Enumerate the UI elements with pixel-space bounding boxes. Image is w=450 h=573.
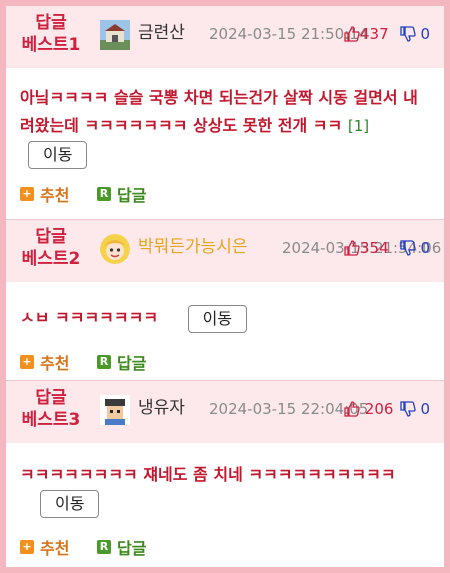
move-button[interactable]: 이동 bbox=[40, 489, 100, 518]
reply-r-icon: R bbox=[97, 187, 112, 201]
comment-card: 답글 베스트3 냉유자 2024-03-15 22:04:05 206 0 ㅋㅋ… bbox=[6, 380, 444, 567]
badge-rank: 베스트3 bbox=[21, 410, 81, 430]
avatar[interactable] bbox=[100, 234, 130, 264]
downvote-button[interactable]: 0 bbox=[400, 237, 430, 259]
downvote-count: 0 bbox=[420, 239, 430, 257]
thumbs-up-icon bbox=[344, 400, 360, 418]
comment-actions: + 추천 R 답글 bbox=[20, 535, 168, 559]
best-replies-list: 답글 베스트1 금련산 2024-03-15 21:50:14 437 0 아닠… bbox=[6, 6, 444, 567]
best-reply-badge: 답글 베스트1 bbox=[12, 12, 90, 56]
reply-label: 답글 bbox=[117, 186, 147, 205]
badge-rank: 베스트2 bbox=[21, 249, 81, 269]
reply-r-icon: R bbox=[97, 540, 112, 554]
upvote-button[interactable]: 354 bbox=[344, 237, 389, 259]
thumbs-down-icon bbox=[400, 239, 416, 257]
downvote-button[interactable]: 0 bbox=[400, 398, 430, 420]
author-name[interactable]: 냉유자 bbox=[138, 396, 185, 420]
plus-icon: + bbox=[20, 355, 34, 369]
reply-button[interactable]: R 답글 bbox=[97, 182, 146, 206]
comment-actions: + 추천 R 답글 bbox=[20, 350, 168, 374]
badge-label: 답글 bbox=[35, 13, 67, 33]
recommend-label: 추천 bbox=[40, 186, 70, 205]
upvote-button[interactable]: 206 bbox=[344, 398, 393, 420]
recommend-label: 추천 bbox=[40, 354, 70, 373]
comment-text: ㅅㅂ ㅋㅋㅋㅋㅋㅋㅋ bbox=[20, 308, 159, 327]
move-button[interactable]: 이동 bbox=[187, 304, 248, 333]
badge-label: 답글 bbox=[35, 388, 67, 408]
reply-label: 답글 bbox=[117, 539, 147, 558]
best-reply-badge: 답글 베스트2 bbox=[12, 226, 90, 270]
reply-button[interactable]: R 답글 bbox=[97, 350, 146, 374]
recommend-button[interactable]: + 추천 bbox=[20, 535, 69, 559]
comment-header: 답글 베스트2 박뭐든가능시은 2024-03-15 21:54:06 354 bbox=[6, 220, 444, 282]
badge-label: 답글 bbox=[35, 227, 67, 247]
comment-card: 답글 베스트2 박뭐든가능시은 2024-03-15 21:54:06 354 bbox=[6, 219, 444, 380]
reply-label: 답글 bbox=[117, 354, 147, 373]
recommend-button[interactable]: + 추천 bbox=[20, 350, 69, 374]
comment-card: 답글 베스트1 금련산 2024-03-15 21:50:14 437 0 아닠… bbox=[6, 6, 444, 218]
thumbs-up-icon bbox=[344, 25, 360, 43]
comment-body: 아닠ㅋㅋㅋㅋ 슬슬 국뽕 차면 되는건가 살짝 시동 걸면서 내려왔는데 ㅋㅋㅋ… bbox=[20, 84, 430, 169]
reply-r-icon: R bbox=[97, 355, 112, 369]
author-name[interactable]: 박뭐든가능시은 bbox=[138, 235, 247, 259]
move-button[interactable]: 이동 bbox=[28, 140, 88, 169]
upvote-count: 354 bbox=[360, 239, 389, 257]
recommend-button[interactable]: + 추천 bbox=[20, 182, 69, 206]
reply-count[interactable]: [1] bbox=[348, 117, 369, 135]
recommend-label: 추천 bbox=[40, 539, 70, 558]
thumbs-down-icon bbox=[400, 400, 416, 418]
comment-body: ㅋㅋㅋㅋㅋㅋㅋㅋ 쟤네도 좀 치네 ㅋㅋㅋㅋㅋㅋㅋㅋㅋㅋ 이동 bbox=[20, 461, 430, 518]
downvote-count: 0 bbox=[420, 400, 430, 418]
plus-icon: + bbox=[20, 187, 34, 201]
reply-button[interactable]: R 답글 bbox=[97, 535, 146, 559]
upvote-button[interactable]: 437 bbox=[344, 23, 389, 45]
comment-text: ㅋㅋㅋㅋㅋㅋㅋㅋ 쟤네도 좀 치네 ㅋㅋㅋㅋㅋㅋㅋㅋㅋㅋ bbox=[20, 465, 396, 484]
thumbs-down-icon bbox=[400, 25, 416, 43]
best-reply-badge: 답글 베스트3 bbox=[12, 387, 90, 431]
upvote-count: 437 bbox=[360, 25, 389, 43]
comment-header: 답글 베스트3 냉유자 2024-03-15 22:04:05 206 0 bbox=[6, 381, 444, 443]
plus-icon: + bbox=[20, 540, 34, 554]
comment-header: 답글 베스트1 금련산 2024-03-15 21:50:14 437 0 bbox=[6, 6, 444, 68]
thumbs-up-icon bbox=[344, 239, 360, 257]
avatar[interactable] bbox=[100, 20, 130, 50]
comment-body: ㅅㅂ ㅋㅋㅋㅋㅋㅋㅋ 이동 bbox=[20, 304, 430, 333]
author-name[interactable]: 금련산 bbox=[138, 21, 185, 45]
badge-rank: 베스트1 bbox=[21, 35, 81, 55]
avatar[interactable] bbox=[100, 395, 130, 425]
downvote-count: 0 bbox=[420, 25, 430, 43]
upvote-count: 206 bbox=[364, 400, 394, 418]
comment-actions: + 추천 R 답글 bbox=[20, 182, 168, 206]
downvote-button[interactable]: 0 bbox=[400, 23, 430, 45]
